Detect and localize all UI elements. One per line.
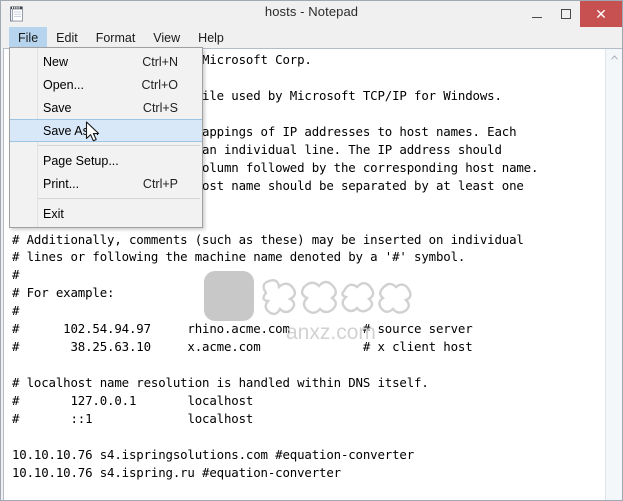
menubar-item-file-label: File	[18, 31, 39, 46]
close-button[interactable]: ✕	[580, 1, 622, 27]
minimize-icon	[531, 16, 542, 18]
menu-item-save[interactable]: Save Ctrl+S	[10, 96, 202, 119]
menu-item-save-as-label: Save As...	[43, 123, 100, 138]
menu-item-open[interactable]: Open... Ctrl+O	[10, 73, 202, 96]
menu-item-save-label: Save	[43, 100, 72, 115]
menubar-item-format[interactable]: Format	[87, 27, 145, 48]
menu-item-print[interactable]: Print... Ctrl+P	[10, 172, 202, 195]
notepad-window: hosts - Notepad ✕ File Edit Format View	[0, 0, 623, 501]
menu-item-page-setup-label: Page Setup...	[43, 153, 119, 168]
menu-separator-2	[12, 198, 200, 199]
menubar-item-format-label: Format	[95, 31, 136, 46]
menubar-item-view-label: View	[153, 31, 181, 46]
menubar-item-edit[interactable]: Edit	[47, 27, 87, 48]
title-bar: hosts - Notepad ✕	[1, 1, 622, 27]
menu-item-new[interactable]: New Ctrl+N	[10, 50, 202, 73]
window-controls: ✕	[522, 1, 622, 27]
menu-item-exit[interactable]: Exit	[10, 202, 202, 225]
menu-item-save-shortcut: Ctrl+S	[142, 100, 178, 115]
chevron-up-icon	[611, 55, 618, 60]
vertical-scrollbar[interactable]	[605, 49, 622, 500]
maximize-icon	[560, 9, 571, 19]
menubar-item-view[interactable]: View	[144, 27, 189, 48]
menu-item-new-shortcut: Ctrl+N	[142, 54, 178, 69]
menu-separator-1	[12, 145, 200, 146]
menu-bar: File Edit Format View Help	[1, 27, 622, 48]
menu-item-new-label: New	[43, 54, 69, 69]
menu-item-exit-label: Exit	[43, 206, 64, 221]
menubar-item-help[interactable]: Help	[189, 27, 233, 48]
menu-item-print-label: Print...	[43, 176, 80, 191]
menubar-item-help-label: Help	[198, 31, 224, 46]
menubar-item-file[interactable]: File	[9, 27, 48, 48]
close-icon: ✕	[595, 6, 607, 22]
maximize-button[interactable]	[551, 1, 580, 27]
menu-item-print-shortcut: Ctrl+P	[142, 176, 178, 191]
minimize-button[interactable]	[522, 1, 551, 27]
menubar-item-edit-label: Edit	[56, 31, 78, 46]
menu-item-open-shortcut: Ctrl+O	[141, 77, 178, 92]
menu-item-save-as[interactable]: Save As...	[10, 119, 202, 142]
scroll-up-button[interactable]	[606, 49, 622, 66]
file-dropdown-menu[interactable]: New Ctrl+N Open... Ctrl+O Save Ctrl+S Sa…	[9, 47, 203, 228]
menu-item-open-label: Open...	[43, 77, 84, 92]
menu-item-page-setup[interactable]: Page Setup...	[10, 149, 202, 172]
